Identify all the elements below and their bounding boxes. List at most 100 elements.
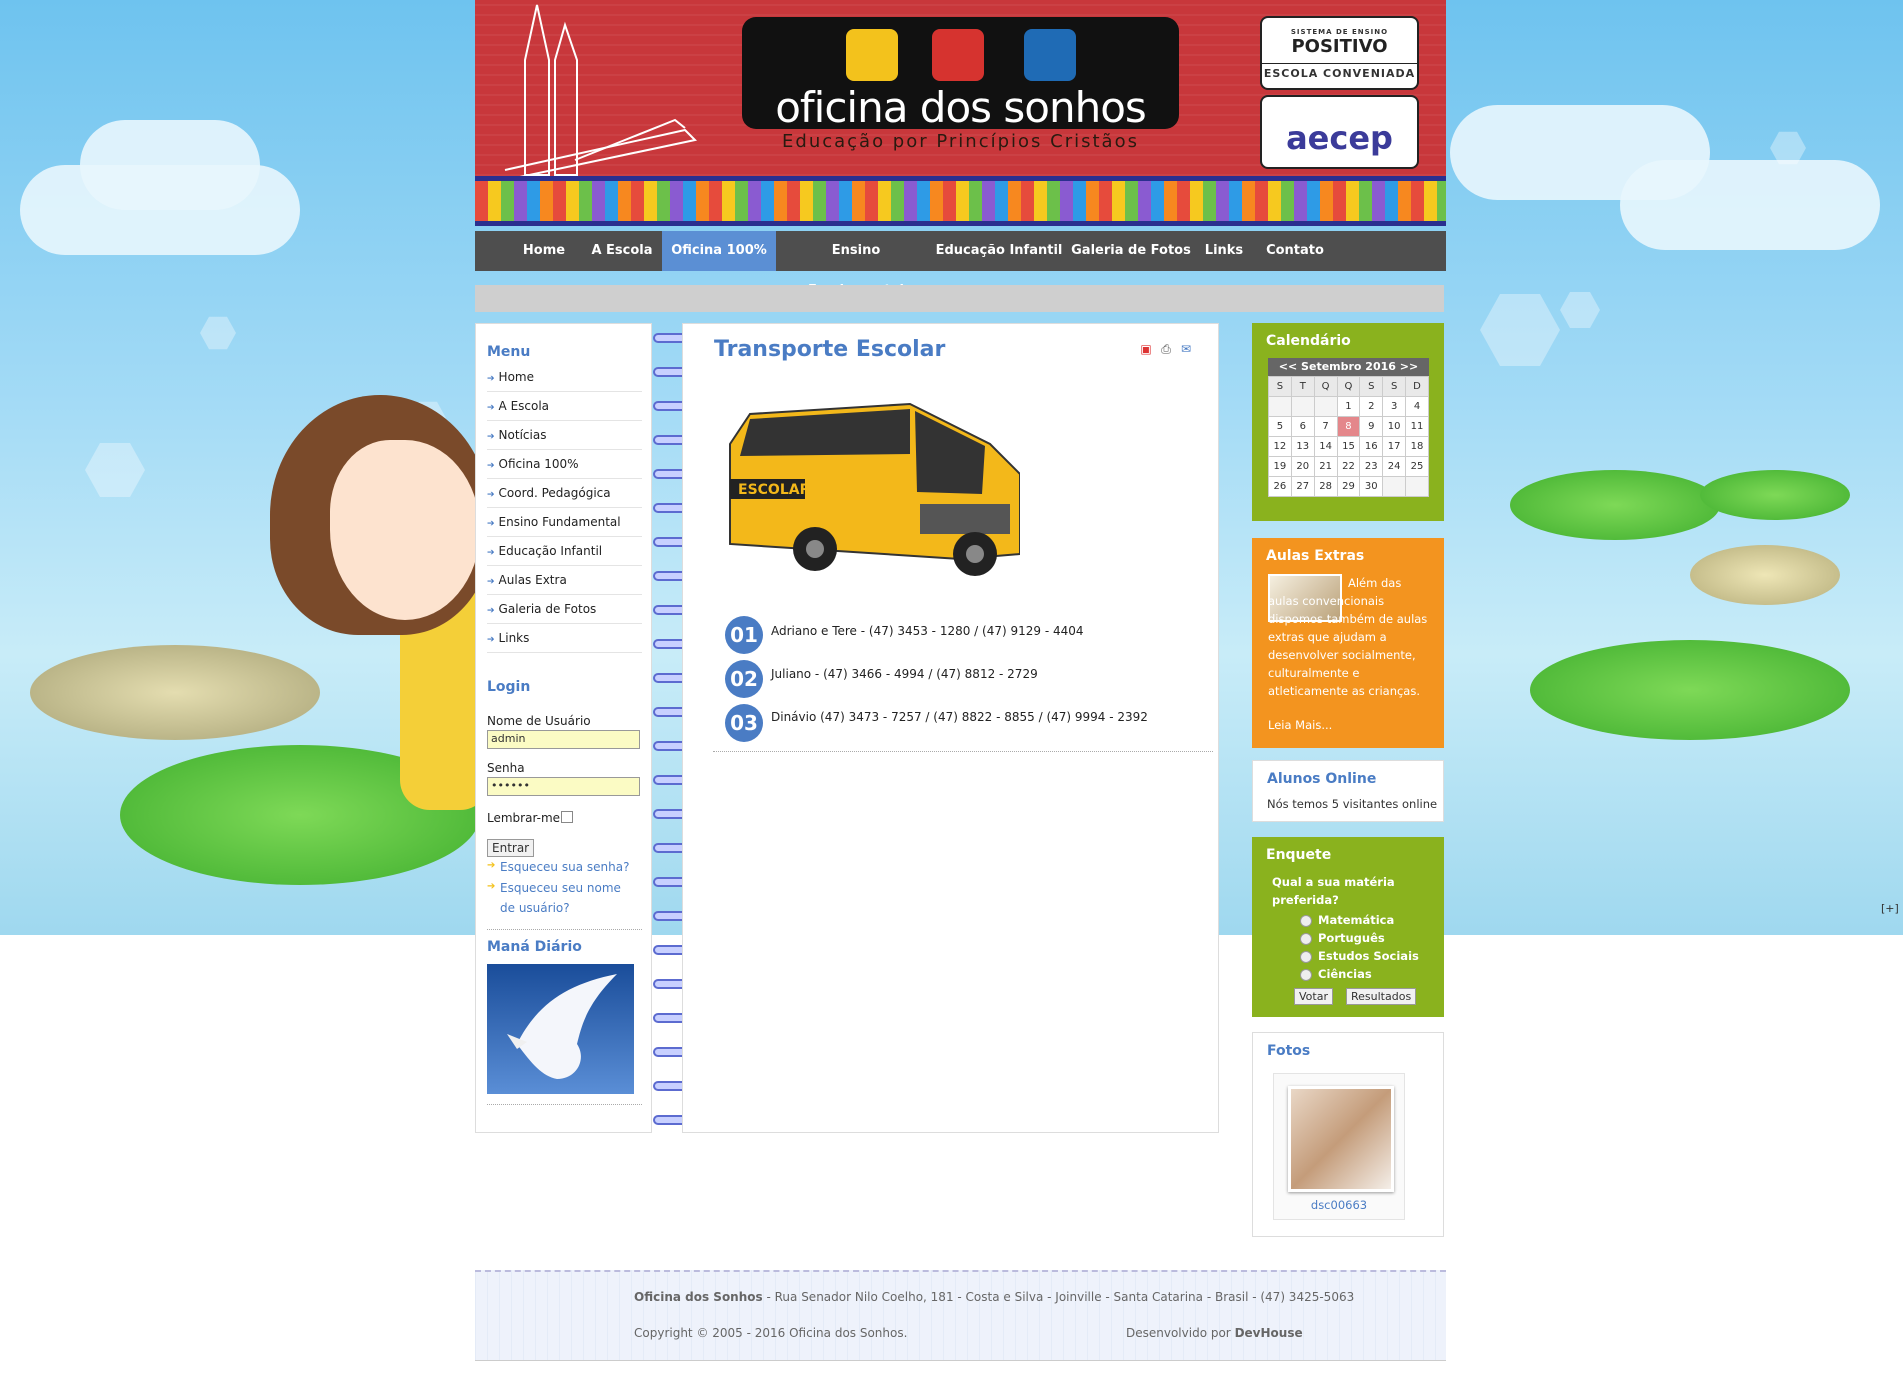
radio-button[interactable] [1300, 968, 1312, 981]
menu-item-aulas-extra[interactable]: ➔ Aulas Extra [487, 566, 642, 595]
aulas-title: Aulas Extras [1266, 548, 1365, 564]
day[interactable]: 7 [1313, 416, 1338, 437]
day[interactable]: 24 [1382, 456, 1407, 477]
menu-item-ensino-fundamental[interactable]: ➔ Ensino Fundamental [487, 508, 642, 537]
day[interactable]: 30 [1359, 476, 1384, 497]
day[interactable]: 5 [1268, 416, 1292, 437]
nav-home[interactable]: Home [512, 231, 576, 271]
poll-option-label: Matemática [1318, 913, 1395, 927]
nav-oficina-100[interactable]: Oficina 100% [662, 231, 776, 271]
day[interactable]: 1 [1336, 396, 1361, 417]
results-button[interactable]: Resultados [1346, 988, 1417, 1005]
weekday: Q [1336, 376, 1361, 397]
day[interactable]: 25 [1405, 456, 1429, 477]
dove-image[interactable] [487, 964, 634, 1094]
menu-item-label: A Escola [498, 399, 550, 413]
calendar-month-nav[interactable]: << Setembro 2016 >> [1268, 358, 1429, 376]
aecep-logo-text: aecep [1286, 119, 1393, 157]
nav-galeria-de-fotos[interactable]: Galeria de Fotos [1069, 231, 1193, 271]
menu-item-oficina[interactable]: ➔ Oficina 100% [487, 450, 642, 479]
login-button[interactable]: Entrar [487, 839, 535, 857]
day[interactable]: 27 [1290, 476, 1315, 497]
day-today[interactable]: 8 [1336, 416, 1361, 437]
hexagon [200, 316, 236, 350]
menu-item-label: Oficina 100% [498, 457, 579, 471]
day[interactable]: 19 [1268, 456, 1292, 477]
day[interactable]: 26 [1268, 476, 1292, 497]
side-toggle[interactable]: [+] [1881, 902, 1899, 915]
children-icon [932, 29, 984, 81]
vote-button[interactable]: Votar [1294, 988, 1333, 1005]
weekday: S [1382, 376, 1407, 397]
day[interactable]: 15 [1336, 436, 1361, 457]
menu-item-noticias[interactable]: ➔ Notícias [487, 421, 642, 450]
day[interactable]: 11 [1405, 416, 1429, 437]
forgot-password-link[interactable]: Esqueceu sua senha? [500, 857, 629, 877]
footer-address-text: - Rua Senador Nilo Coelho, 181 - Costa e… [762, 1290, 1355, 1304]
day[interactable]: 16 [1359, 436, 1384, 457]
lily-pad [1530, 640, 1850, 740]
day [1405, 476, 1429, 497]
day[interactable]: 18 [1405, 436, 1429, 457]
photo-caption[interactable]: dsc00663 [1274, 1198, 1404, 1212]
poll-option[interactable]: Português [1300, 931, 1385, 945]
remember-checkbox[interactable] [561, 811, 573, 823]
password-input[interactable]: •••••• [487, 777, 640, 796]
contact-number: 03 [725, 704, 763, 742]
menu-item-educacao-infantil[interactable]: ➔ Educação Infantil [487, 537, 642, 566]
photo-image[interactable] [1288, 1086, 1394, 1192]
day[interactable]: 2 [1359, 396, 1384, 417]
day[interactable]: 6 [1290, 416, 1315, 437]
contact-text: Adriano e Tere - (47) 3453 - 1280 / (47)… [771, 624, 1084, 638]
menu-item-galeria[interactable]: ➔ Galeria de Fotos [487, 595, 642, 624]
aecep-badge[interactable]: aecep [1260, 95, 1419, 169]
footer-dev: Desenvolvido por DevHouse [1126, 1326, 1303, 1340]
day[interactable]: 20 [1290, 456, 1315, 477]
nav-links[interactable]: Links [1197, 231, 1251, 271]
day[interactable]: 14 [1313, 436, 1338, 457]
menu-item-links[interactable]: ➔ Links [487, 624, 642, 653]
aulas-read-more[interactable]: Leia Mais... [1268, 718, 1332, 732]
radio-button[interactable] [1300, 914, 1312, 927]
day[interactable]: 28 [1313, 476, 1338, 497]
day[interactable]: 10 [1382, 416, 1407, 437]
day[interactable]: 3 [1382, 396, 1407, 417]
day[interactable]: 17 [1382, 436, 1407, 457]
poll-option[interactable]: Matemática [1300, 913, 1394, 927]
radio-button[interactable] [1300, 950, 1312, 963]
menu-item-a-escola[interactable]: ➔ A Escola [487, 392, 642, 421]
logo[interactable]: oficina dos sonhos [742, 17, 1179, 132]
enquete-box: Enquete Qual a sua matéria preferida? Ma… [1252, 837, 1444, 1017]
print-icon[interactable]: ⎙ [1158, 342, 1174, 358]
rock [1690, 545, 1840, 605]
login-title: Login [487, 679, 531, 695]
footer-dev-name[interactable]: DevHouse [1235, 1326, 1303, 1340]
nav-a-escola[interactable]: A Escola [582, 231, 662, 271]
radio-button[interactable] [1300, 932, 1312, 945]
day[interactable]: 13 [1290, 436, 1315, 457]
menu-item-label: Galeria de Fotos [498, 602, 597, 616]
day[interactable]: 21 [1313, 456, 1338, 477]
pdf-icon[interactable]: ▣ [1138, 342, 1154, 358]
positivo-badge[interactable]: SISTEMA DE ENSINO POSITIVO ESCOLA CONVEN… [1260, 16, 1419, 90]
nav-educacao-infantil[interactable]: Educação Infantil [934, 231, 1064, 271]
day[interactable]: 9 [1359, 416, 1384, 437]
nav-contato[interactable]: Contato [1255, 231, 1335, 271]
nav-ensino-fundamental[interactable]: Ensino Fundamental [782, 231, 930, 298]
poll-option[interactable]: Ciências [1300, 967, 1372, 981]
day[interactable]: 12 [1268, 436, 1292, 457]
username-input[interactable]: admin [487, 730, 640, 749]
day[interactable]: 22 [1336, 456, 1361, 477]
photo-frame[interactable]: dsc00663 [1273, 1073, 1405, 1220]
day[interactable]: 29 [1336, 476, 1361, 497]
password-label: Senha [487, 761, 525, 775]
book-icon [846, 29, 898, 81]
day[interactable]: 4 [1405, 396, 1429, 417]
menu-item-coord[interactable]: ➔ Coord. Pedagógica [487, 479, 642, 508]
email-icon[interactable]: ✉ [1178, 342, 1194, 358]
badge-small-text: SISTEMA DE ENSINO [1290, 28, 1389, 36]
day[interactable]: 23 [1359, 456, 1384, 477]
poll-option[interactable]: Estudos Sociais [1300, 949, 1419, 963]
menu-item-home[interactable]: ➔ Home [487, 363, 642, 392]
forgot-username-link[interactable]: Esqueceu seu nome de usuário? [500, 878, 635, 918]
